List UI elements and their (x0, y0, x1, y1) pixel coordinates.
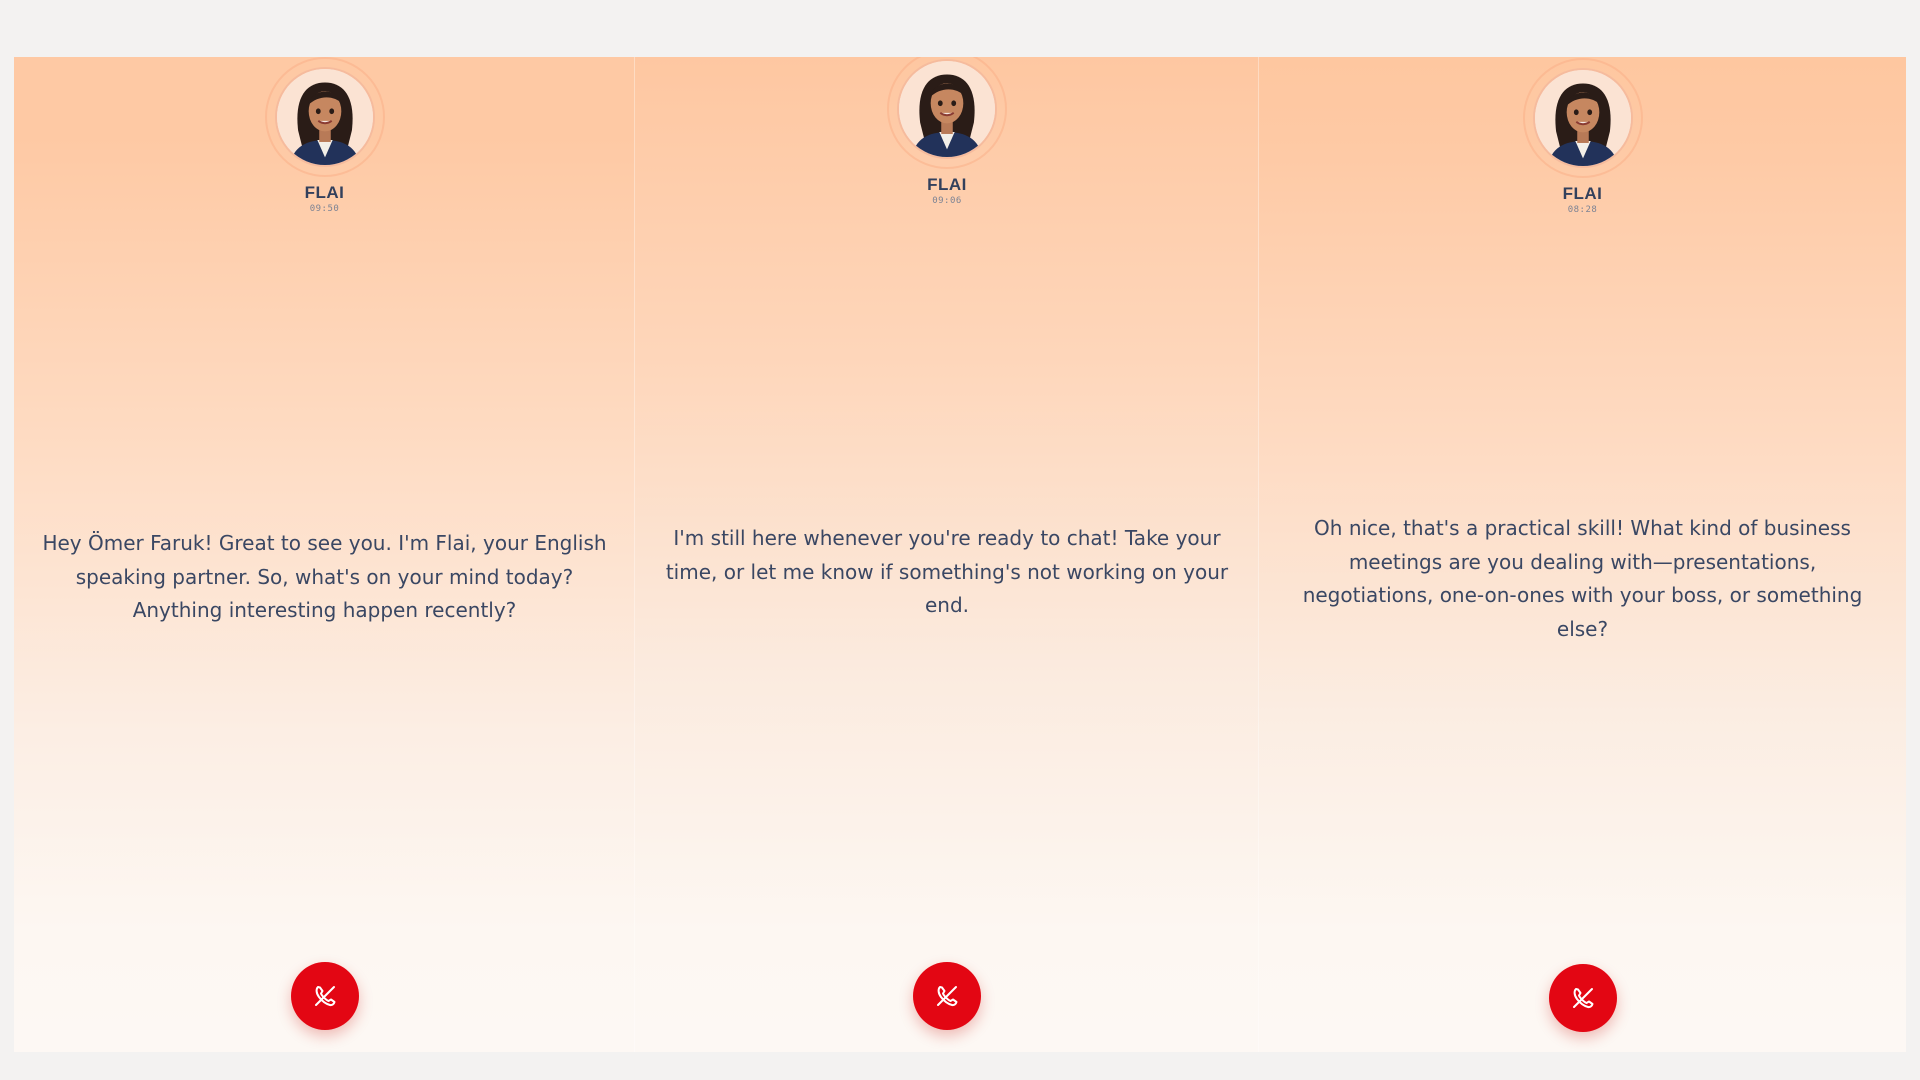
call-timer: 09:50 (309, 204, 340, 214)
avatar-ring (264, 57, 385, 177)
call-panel-3: FLAI 08:28 Oh nice, that's a practical s… (1259, 57, 1906, 1052)
assistant-message: Hey Ömer Faruk! Great to see you. I'm Fl… (42, 531, 607, 622)
agent-header: FLAI 09:06 (887, 57, 1007, 206)
call-panel-2: FLAI 09:06 I'm still here whenever you'r… (635, 57, 1259, 1052)
avatar-ring (887, 57, 1007, 169)
avatar-ring (1522, 58, 1643, 178)
end-call-button[interactable] (913, 962, 981, 1030)
assistant-message: I'm still here whenever you're ready to … (665, 526, 1229, 617)
end-call-button[interactable] (1548, 964, 1617, 1032)
call-panels-container: FLAI 09:50 Hey Ömer Faruk! Great to see … (14, 57, 1906, 1052)
call-timer: 08:28 (1567, 205, 1598, 215)
agent-header: FLAI 08:28 (1522, 58, 1643, 215)
woman-avatar-icon (274, 67, 375, 167)
call-timer: 09:06 (932, 196, 962, 206)
agent-name: FLAI (927, 175, 967, 194)
phone-hangup-icon (937, 986, 958, 1007)
end-call-button[interactable] (290, 962, 359, 1030)
phone-hangup-icon (314, 986, 335, 1007)
assistant-message: Oh nice, that's a practical skill! What … (1302, 516, 1863, 641)
agent-header: FLAI 09:50 (264, 57, 385, 214)
woman-avatar-icon (1532, 68, 1633, 168)
agent-name: FLAI (1562, 184, 1603, 203)
call-panel-1: FLAI 09:50 Hey Ömer Faruk! Great to see … (14, 57, 635, 1052)
agent-name: FLAI (304, 183, 345, 202)
woman-avatar-icon (897, 59, 997, 159)
phone-hangup-icon (1572, 988, 1593, 1009)
